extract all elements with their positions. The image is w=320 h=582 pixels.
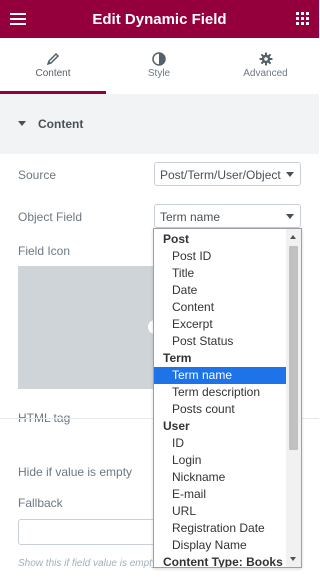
tab-advanced-label: Advanced — [243, 68, 288, 79]
apps-grid-icon[interactable] — [296, 12, 309, 25]
dropdown-options: Post Post ID Title Date Content Excerpt Post S… — [154, 231, 288, 568]
top-bar: Edit Dynamic Field — [0, 0, 319, 38]
tab-style-label: Style — [147, 68, 171, 79]
content-section-header[interactable]: Content — [0, 94, 319, 154]
field-icon-label: Field Icon — [18, 244, 71, 258]
field-icon-preview[interactable] — [18, 266, 162, 389]
dropdown-option[interactable]: Content — [154, 299, 288, 316]
object-field-select-value: Term name — [160, 210, 221, 224]
dropdown-group-label: Term — [163, 351, 192, 365]
dropdown-option[interactable]: Registration Date — [154, 520, 288, 537]
dropdown-option[interactable]: Excerpt — [154, 316, 288, 333]
dropdown-option[interactable]: Date — [154, 282, 288, 299]
scroll-down-arrow-icon[interactable] — [290, 557, 296, 561]
panel-tabs: Content Style Advanced — [0, 38, 319, 94]
dropdown-option[interactable]: Term name — [154, 367, 288, 384]
scroll-up-arrow-icon[interactable] — [290, 235, 296, 239]
source-label: Source — [18, 168, 57, 182]
object-field-dropdown[interactable]: Post Post ID Title Date Content Excerpt Post S… — [153, 228, 302, 568]
dropdown-option[interactable]: Display Name — [154, 537, 288, 554]
scrollbar-thumb[interactable] — [289, 246, 298, 450]
dropdown-option[interactable]: Login — [154, 452, 288, 469]
dropdown-scrollbar[interactable] — [286, 229, 301, 567]
panel-title: Edit Dynamic Field — [92, 11, 227, 28]
section-title: Content — [38, 117, 84, 131]
hide-if-empty-label: Hide if value is empty — [18, 465, 133, 479]
tab-advanced[interactable]: Advanced — [212, 38, 319, 94]
dropdown-option[interactable]: Title — [154, 265, 288, 282]
source-select[interactable]: Post/Term/User/Object — [154, 162, 301, 186]
source-select-value: Post/Term/User/Object — [160, 168, 281, 182]
dropdown-group-label: User — [163, 419, 190, 433]
dropdown-option[interactable]: Posts count — [154, 401, 288, 418]
fallback-input[interactable] — [18, 519, 158, 545]
object-field-label: Object Field — [18, 210, 83, 224]
pencil-icon — [0, 38, 106, 68]
chevron-down-icon — [286, 214, 294, 219]
dropdown-group-label: Content Type: Books — [163, 555, 283, 568]
object-field-select[interactable]: Term name — [154, 204, 301, 228]
dropdown-option[interactable]: URL — [154, 503, 288, 520]
tab-content-label: Content — [35, 68, 71, 79]
dropdown-group-label: Post — [163, 232, 190, 246]
dropdown-option[interactable]: Post Status — [154, 333, 288, 350]
gear-icon — [212, 38, 319, 68]
dropdown-option[interactable]: ID — [154, 435, 288, 452]
dropdown-option[interactable]: Post ID — [154, 248, 288, 265]
chevron-down-icon — [286, 172, 294, 177]
half-circle-icon — [106, 38, 212, 68]
fallback-hint: Show this if field value is empty — [18, 558, 157, 569]
dropdown-option[interactable]: Term description — [154, 384, 288, 401]
dropdown-option[interactable]: E-mail — [154, 486, 288, 503]
caret-down-icon — [18, 121, 26, 126]
fallback-label: Fallback — [18, 496, 63, 510]
dropdown-option[interactable]: Nickname — [154, 469, 288, 486]
tab-content[interactable]: Content — [0, 38, 106, 94]
tab-style[interactable]: Style — [106, 38, 212, 94]
